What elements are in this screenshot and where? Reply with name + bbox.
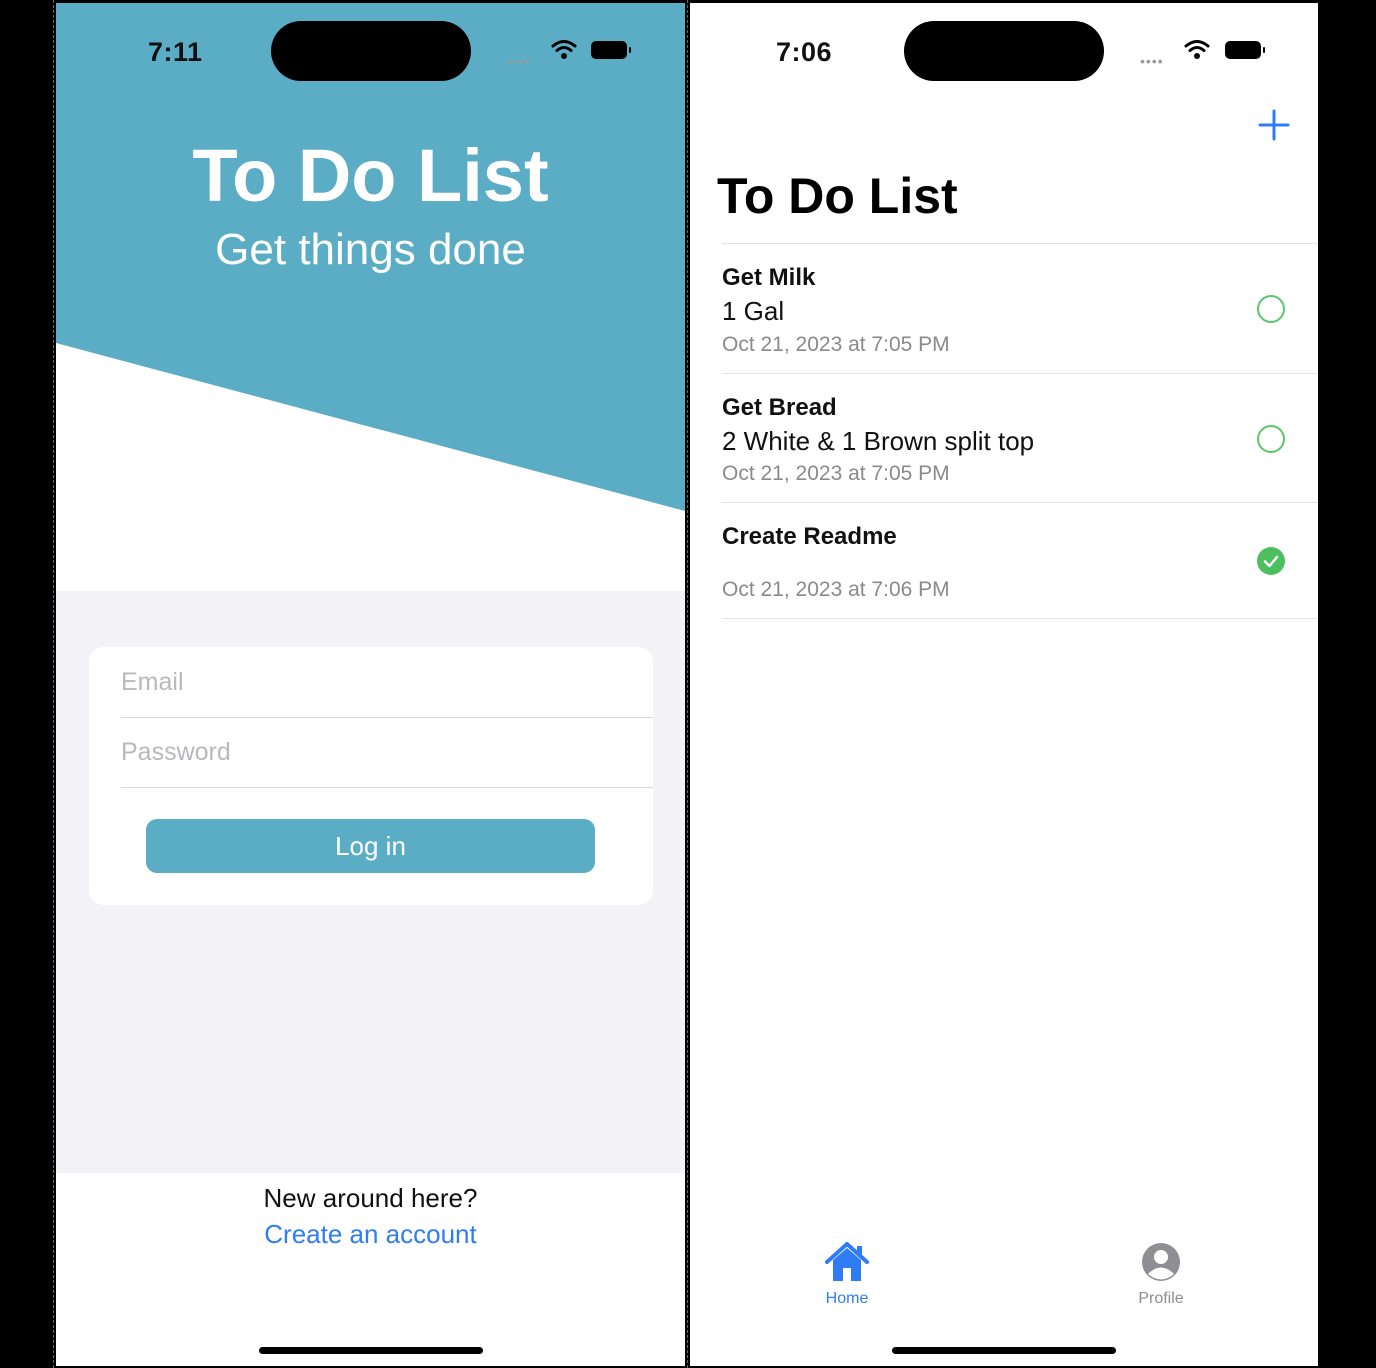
item-date: Oct 21, 2023 at 7:05 PM [722, 462, 950, 485]
dynamic-island [904, 21, 1104, 81]
circle-icon[interactable] [1257, 295, 1285, 323]
wifi-icon [551, 40, 577, 59]
battery-icon [1225, 41, 1265, 59]
todo-list: Get Milk 1 Gal Oct 21, 2023 at 7:05 PM G… [722, 243, 1318, 619]
login-form: Email Password Log in [89, 647, 653, 905]
login-screen: 7:11 •••• To Do List Get things done Ema… [56, 3, 685, 1366]
battery-icon [591, 41, 631, 59]
email-field[interactable]: Email [121, 647, 653, 718]
cellular-signal-icon: •••• [507, 53, 531, 69]
tab-home[interactable]: Home [817, 1241, 877, 1308]
status-time: 7:06 [776, 37, 833, 67]
checkmark-circle-fill-icon[interactable] [1257, 547, 1285, 575]
item-note: 1 Gal [722, 296, 785, 326]
person-circle-icon [1142, 1243, 1180, 1281]
list-item[interactable]: Get Bread 2 White & 1 Brown split top Oc… [722, 374, 1318, 503]
login-button[interactable]: Log in [146, 819, 595, 873]
item-title: Create Readme [722, 523, 897, 550]
wifi-icon [1184, 40, 1210, 59]
home-indicator [259, 1347, 483, 1354]
frame-divider [687, 0, 688, 1368]
list-item[interactable]: Get Milk 1 Gal Oct 21, 2023 at 7:05 PM [722, 244, 1318, 374]
app-subtitle: Get things done [215, 225, 526, 274]
dynamic-island [271, 21, 471, 81]
house-icon [825, 1242, 869, 1281]
item-title: Get Milk [722, 264, 816, 291]
status-time: 7:11 [148, 37, 203, 67]
page-title: To Do List [717, 168, 958, 224]
list-item[interactable]: Create Readme Oct 21, 2023 at 7:06 PM [722, 503, 1318, 619]
item-date: Oct 21, 2023 at 7:05 PM [722, 333, 950, 356]
new-user-text: New around here? [263, 1183, 478, 1213]
tab-label: Profile [1138, 1290, 1184, 1307]
password-field[interactable]: Password [121, 717, 653, 788]
circle-icon[interactable] [1257, 425, 1285, 453]
create-account-link[interactable]: Create an account [56, 1219, 685, 1250]
home-indicator [892, 1347, 1116, 1354]
item-date: Oct 21, 2023 at 7:06 PM [722, 578, 950, 601]
home-screen: 7:06 •••• To Do List Get Milk 1 Gal Oct … [690, 3, 1318, 1366]
cellular-signal-icon: •••• [1140, 53, 1164, 69]
tab-profile[interactable]: Profile [1126, 1241, 1196, 1308]
item-note: 2 White & 1 Brown split top [722, 426, 1035, 456]
frame-divider [53, 0, 54, 1368]
tab-label: Home [825, 1290, 869, 1307]
add-item-button[interactable] [1256, 107, 1292, 143]
item-title: Get Bread [722, 394, 837, 421]
app-title: To Do List [192, 134, 549, 217]
